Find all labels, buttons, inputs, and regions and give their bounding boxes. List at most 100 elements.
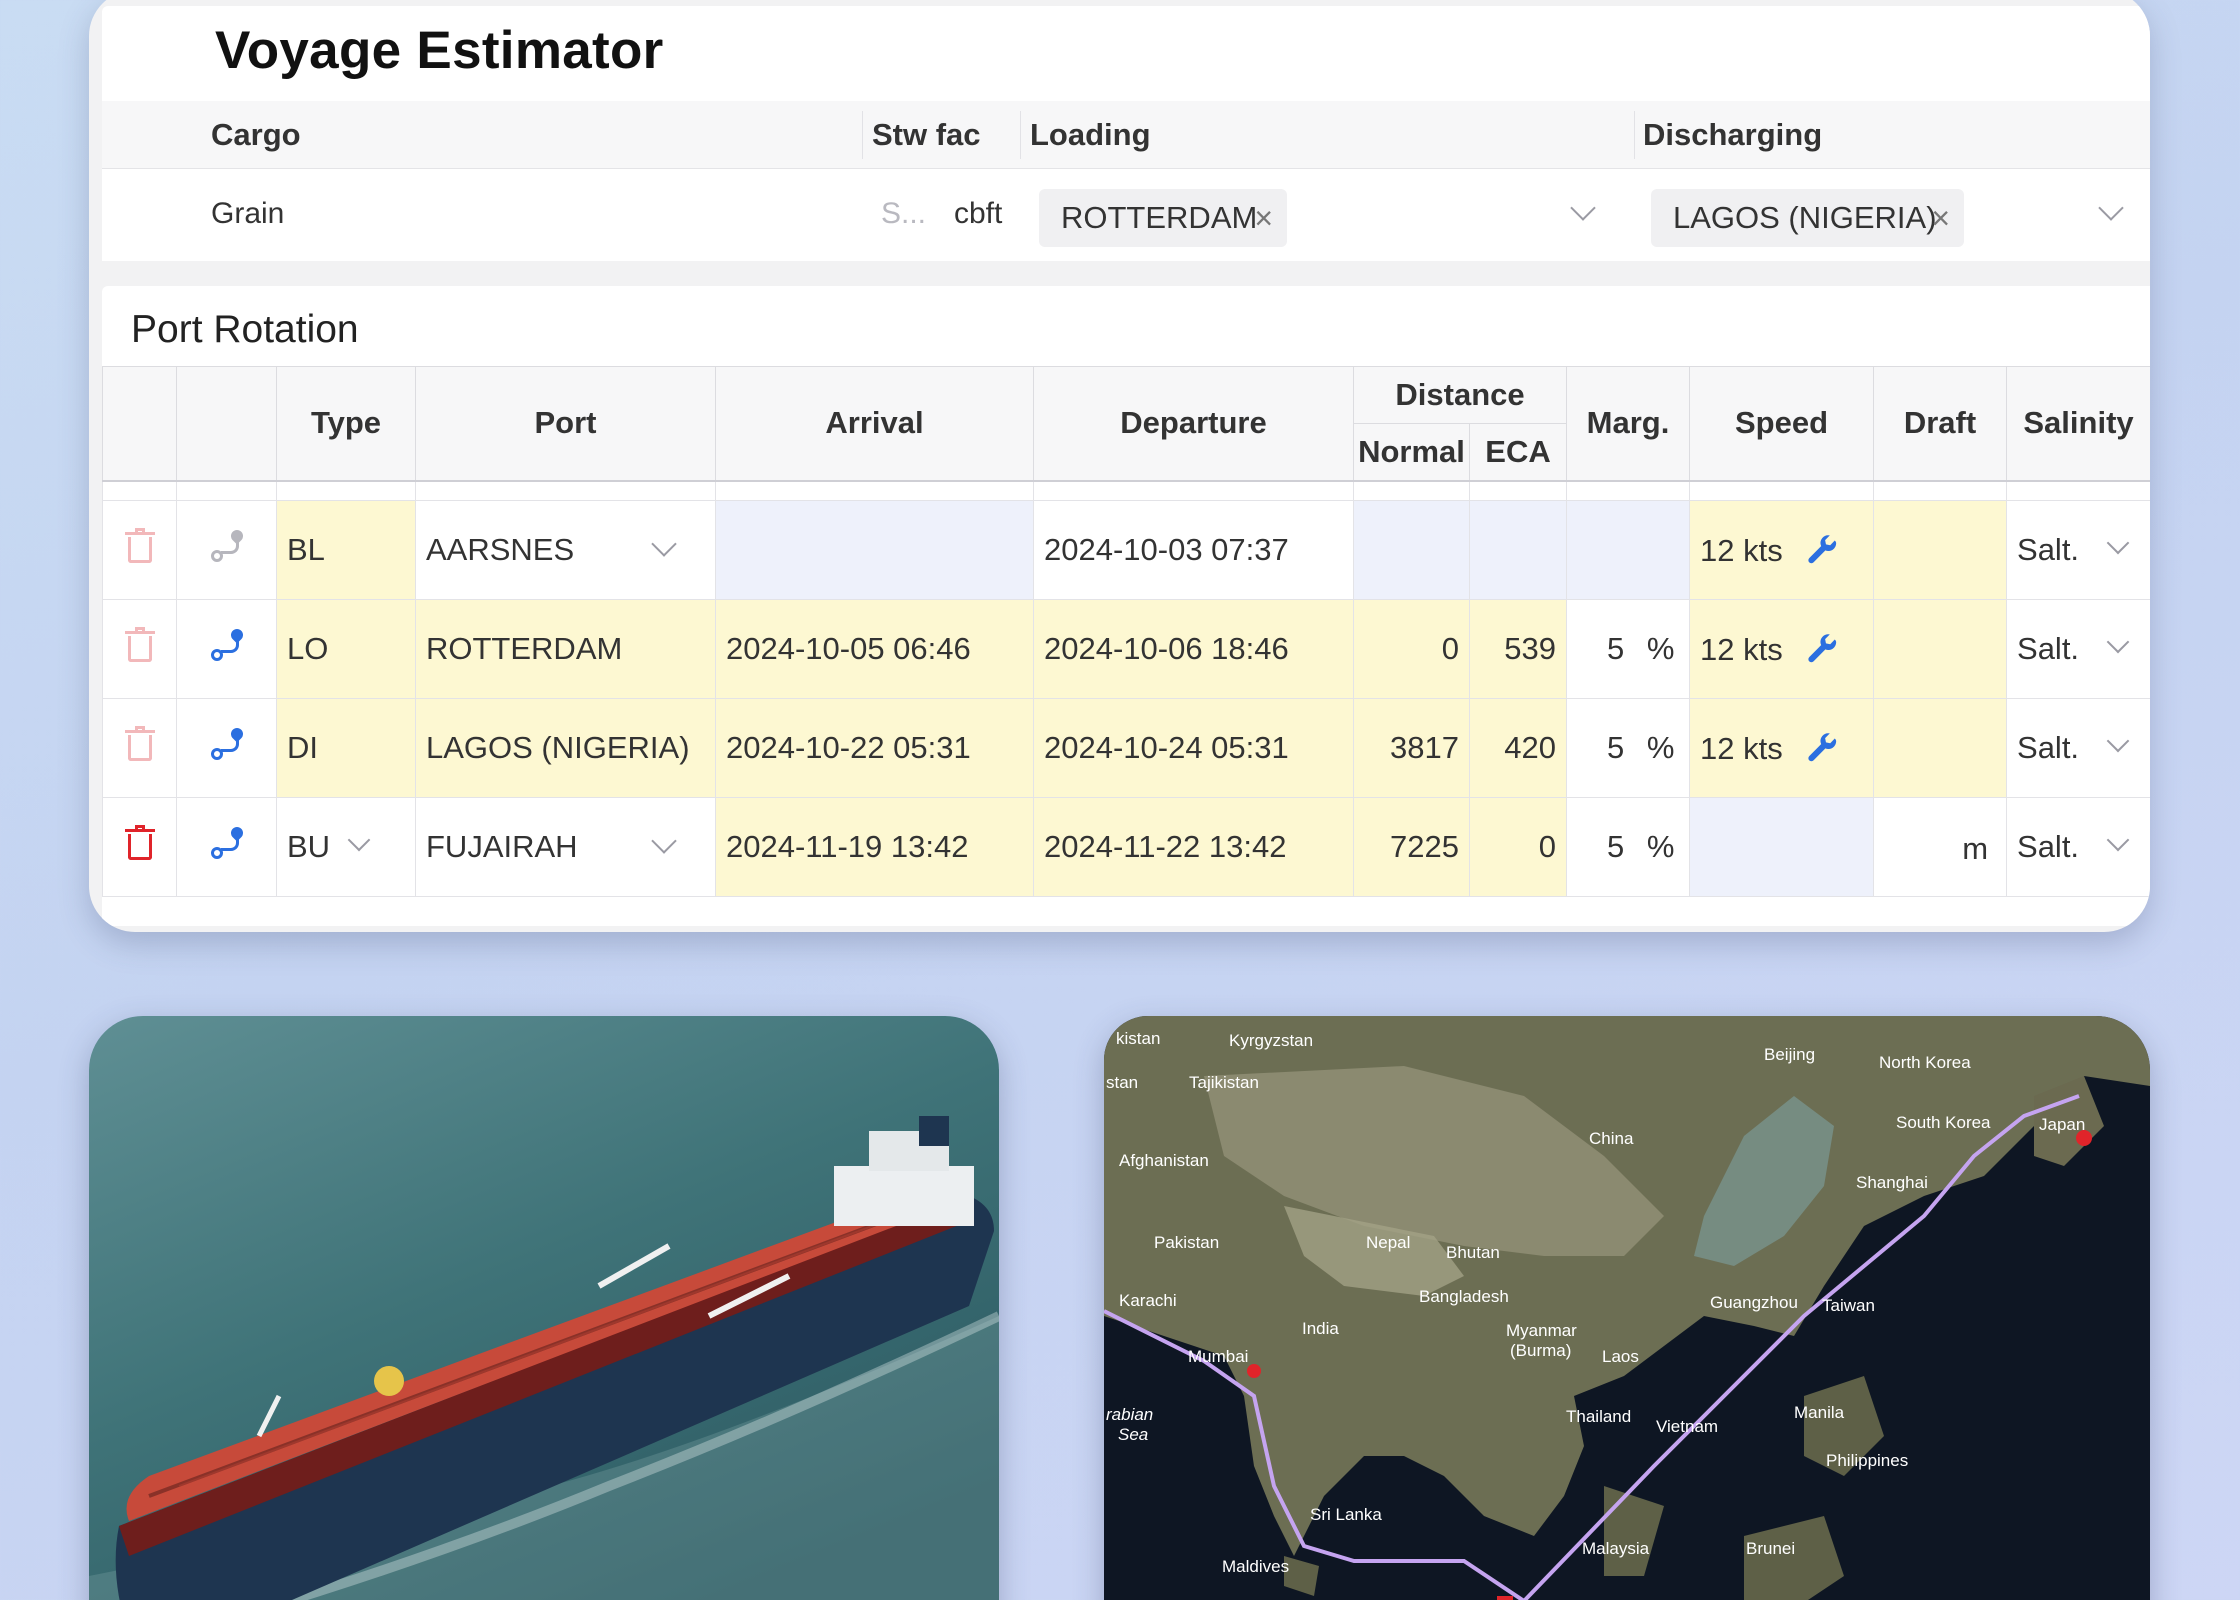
loading-dropdown-chevron-icon[interactable] [1570,195,1596,221]
chevron-down-icon [2106,630,2130,654]
port-cell[interactable]: LAGOS (NIGERIA) [415,698,716,798]
route-map-canvas: kistan Kyrgyzstan stan Tajikistan Afghan… [1104,1016,2150,1600]
salinity-value: Salt. [2017,532,2080,567]
discharging-dropdown-chevron-icon[interactable] [2098,195,2124,221]
salinity-column-header: Salinity [2006,366,2150,481]
route-button[interactable] [176,698,277,798]
map-label: Shanghai [1856,1173,1928,1192]
margin-value: 5 [1607,829,1625,864]
route-point-icon [1247,1364,1261,1378]
table-row: LO ROTTERDAM 2024-10-05 06:46 2024-10-06… [102,599,2150,699]
arrival-cell[interactable] [715,500,1034,600]
departure-cell[interactable]: 2024-11-22 13:42 [1033,797,1354,897]
loading-port-tag: ROTTERDAM × [1039,189,1287,247]
margin-column-header: Marg. [1566,366,1691,481]
route-button[interactable] [176,797,277,897]
wrench-icon[interactable] [1805,633,1839,667]
map-label: Karachi [1119,1291,1177,1310]
port-column-header: Port [415,366,716,481]
chevron-down-icon [2106,828,2130,852]
remove-loading-port-button[interactable]: × [1254,189,1273,247]
wrench-icon[interactable] [1805,534,1839,568]
salinity-select[interactable]: Salt. [2006,797,2150,897]
delete-row-button[interactable] [102,797,177,897]
route-icon [209,527,245,564]
percent-unit: % [1646,829,1675,864]
delete-row-button[interactable] [102,599,177,699]
speed-value: 12 kts [1700,730,1783,766]
margin-cell[interactable]: 5 % [1566,698,1691,798]
chevron-down-icon [2106,729,2130,753]
arrival-cell[interactable]: 2024-10-22 05:31 [715,698,1034,798]
map-label: Laos [1602,1347,1639,1366]
route-icon [209,725,245,762]
map-label: (Burma) [1510,1341,1571,1360]
map-label: China [1589,1129,1634,1148]
port-select[interactable]: AARSNES [415,500,716,600]
map-label: Malaysia [1582,1539,1650,1558]
trash-icon [124,528,155,564]
port-cell[interactable]: ROTTERDAM [415,599,716,699]
normal-distance-cell[interactable]: 3817 [1353,698,1470,798]
port-rotation-panel: Port Rotation Type Port Arrival Departur… [102,286,2150,926]
draft-cell[interactable]: m [1873,797,2008,897]
cargo-header-row: Cargo Stw fac Loading Discharging [102,101,2150,169]
eca-distance-cell[interactable]: 0 [1468,797,1568,897]
margin-cell[interactable] [1566,500,1691,600]
estimator-panel: Voyage Estimator Cargo Stw fac Loading D… [102,6,2150,261]
speed-cell[interactable] [1689,797,1875,897]
type-value: BU [287,829,331,864]
type-cell[interactable]: LO [276,599,416,699]
normal-distance-cell[interactable] [1353,500,1470,600]
margin-cell[interactable]: 5 % [1566,599,1691,699]
arrival-cell[interactable]: 2024-11-19 13:42 [715,797,1034,897]
normal-distance-cell[interactable]: 7225 [1353,797,1470,897]
salinity-select[interactable]: Salt. [2006,500,2150,600]
port-rotation-title: Port Rotation [131,308,359,351]
eca-distance-cell[interactable]: 539 [1468,599,1568,699]
discharging-port-tag: LAGOS (NIGERIA) × [1651,189,1964,247]
discharging-port-tag-label: LAGOS (NIGERIA) [1673,200,1937,235]
salinity-select[interactable]: Salt. [2006,599,2150,699]
arrival-cell[interactable]: 2024-10-05 06:46 [715,599,1034,699]
percent-unit: % [1646,631,1675,666]
eca-distance-cell[interactable]: 420 [1468,698,1568,798]
salinity-select[interactable]: Salt. [2006,698,2150,798]
map-label: Myanmar [1506,1321,1577,1340]
speed-cell[interactable]: 12 kts [1689,599,1875,699]
remove-discharging-port-button[interactable]: × [1931,189,1950,247]
chevron-down-icon [2106,531,2130,555]
type-cell[interactable]: DI [276,698,416,798]
draft-cell[interactable] [1873,698,2008,798]
route-button[interactable] [176,500,277,600]
route-button[interactable] [176,599,277,699]
draft-cell[interactable] [1873,599,2008,699]
eca-distance-cell[interactable] [1468,500,1568,600]
departure-cell[interactable]: 2024-10-06 18:46 [1033,599,1354,699]
stw-fac-input[interactable]: S... [881,197,926,231]
map-label: stan [1106,1073,1138,1092]
speed-cell[interactable]: 12 kts [1689,500,1875,600]
wrench-icon[interactable] [1805,732,1839,766]
departure-cell[interactable]: 2024-10-03 07:37 [1033,500,1354,600]
type-select[interactable]: BU [276,797,416,897]
delete-row-button[interactable] [102,698,177,798]
map-label: Kyrgyzstan [1229,1031,1313,1050]
chevron-down-icon [651,828,677,854]
port-select[interactable]: FUJAIRAH [415,797,716,897]
route-map: kistan Kyrgyzstan stan Tajikistan Afghan… [1104,1016,2150,1600]
departure-cell[interactable]: 2024-10-24 05:31 [1033,698,1354,798]
salinity-value: Salt. [2017,829,2080,864]
draft-cell[interactable] [1873,500,2008,600]
delete-row-button[interactable] [102,500,177,600]
speed-cell[interactable]: 12 kts [1689,698,1875,798]
margin-cell[interactable]: 5 % [1566,797,1691,897]
normal-distance-cell[interactable]: 0 [1353,599,1470,699]
salinity-value: Salt. [2017,631,2080,666]
chevron-down-icon [347,828,371,852]
map-label: North Korea [1879,1053,1971,1072]
route-icon [209,824,245,861]
cargo-field[interactable]: Grain [211,197,831,231]
type-cell[interactable]: BL [276,500,416,600]
map-label: Guangzhou [1710,1293,1798,1312]
